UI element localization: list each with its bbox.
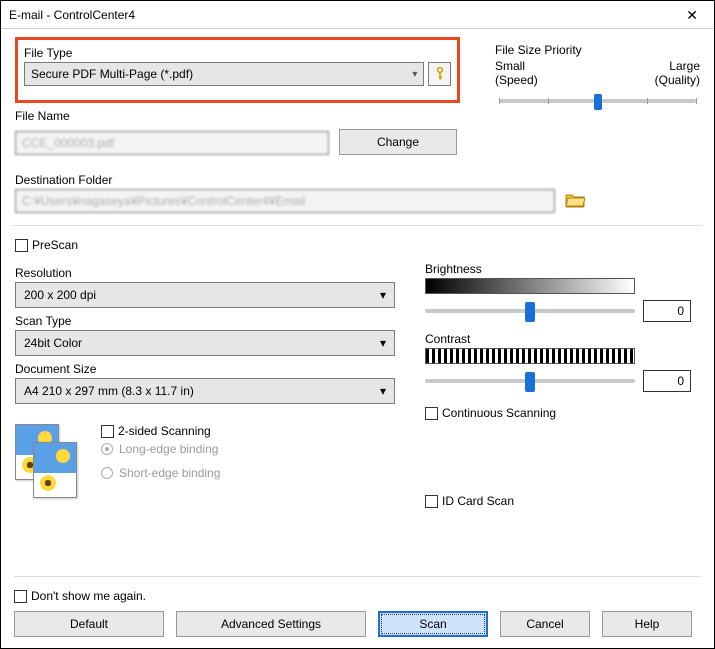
scan-button[interactable]: Scan [378, 611, 488, 637]
brightness-label: Brightness [425, 262, 700, 276]
radio-icon [101, 467, 113, 479]
id-card-scan-checkbox[interactable]: ID Card Scan [425, 494, 700, 508]
file-size-priority-group: File Size Priority Small (Speed) Large (… [495, 37, 700, 103]
chevron-down-icon: ▾ [412, 69, 417, 80]
brightness-value-input[interactable]: 0 [643, 300, 691, 322]
folder-icon [565, 192, 585, 208]
dont-show-checkbox[interactable]: Don't show me again. [14, 589, 701, 603]
file-type-value: Secure PDF Multi-Page (*.pdf) [31, 67, 193, 81]
destination-value: C:¥Users¥nagaseya¥Pictures¥ControlCenter… [22, 194, 305, 208]
dont-show-label: Don't show me again. [31, 589, 146, 603]
key-icon [435, 67, 445, 81]
brightness-gradient [425, 278, 635, 294]
checkbox-icon [425, 407, 438, 420]
document-size-label: Document Size [15, 362, 395, 376]
continuous-scanning-checkbox[interactable]: Continuous Scanning [425, 406, 700, 420]
destination-input[interactable]: C:¥Users¥nagaseya¥Pictures¥ControlCenter… [15, 189, 555, 213]
checkbox-icon [15, 239, 28, 252]
thumbnail-icon [33, 442, 77, 498]
file-name-input[interactable]: CCE_000003.pdf [15, 131, 329, 155]
resolution-value: 200 x 200 dpi [24, 288, 96, 302]
short-edge-radio: Short-edge binding [101, 466, 220, 480]
contrast-label: Contrast [425, 332, 700, 346]
advanced-settings-button[interactable]: Advanced Settings [176, 611, 366, 637]
resolution-label: Resolution [15, 266, 395, 280]
document-size-select[interactable]: A4 210 x 297 mm (8.3 x 11.7 in) ▾ [15, 378, 395, 404]
short-edge-label: Short-edge binding [119, 466, 220, 480]
long-edge-label: Long-edge binding [119, 442, 218, 456]
fsp-speed-label: (Speed) [495, 73, 538, 87]
document-size-value: A4 210 x 297 mm (8.3 x 11.7 in) [24, 384, 194, 398]
file-name-value: CCE_000003.pdf [22, 136, 114, 150]
file-size-priority-slider[interactable] [499, 99, 696, 103]
scan-type-select[interactable]: 24bit Color ▾ [15, 330, 395, 356]
fsp-large-label: Large [655, 59, 700, 73]
default-button[interactable]: Default [14, 611, 164, 637]
pdf-security-key-button[interactable] [428, 62, 451, 86]
contrast-pattern [425, 348, 635, 364]
chevron-down-icon: ▾ [380, 336, 386, 350]
id-card-scan-label: ID Card Scan [442, 494, 514, 508]
scan-type-value: 24bit Color [24, 336, 82, 350]
checkbox-icon [425, 495, 438, 508]
chevron-down-icon: ▾ [380, 384, 386, 398]
two-sided-checkbox[interactable]: 2-sided Scanning [101, 424, 220, 438]
brightness-slider[interactable] [425, 309, 635, 313]
chevron-down-icon: ▾ [380, 288, 386, 302]
two-sided-label: 2-sided Scanning [118, 424, 211, 438]
scan-type-label: Scan Type [15, 314, 395, 328]
browse-folder-button[interactable] [565, 192, 585, 211]
file-size-priority-thumb[interactable] [594, 94, 602, 110]
destination-label: Destination Folder [15, 173, 700, 187]
cancel-button[interactable]: Cancel [500, 611, 590, 637]
checkbox-icon [14, 590, 27, 603]
continuous-scanning-label: Continuous Scanning [442, 406, 556, 420]
window-titlebar: E-mail - ControlCenter4 ✕ [1, 1, 714, 29]
radio-icon [101, 443, 113, 455]
file-type-label: File Type [24, 46, 451, 60]
prescan-label: PreScan [32, 238, 78, 252]
long-edge-radio: Long-edge binding [101, 442, 220, 456]
checkbox-icon [101, 425, 114, 438]
contrast-thumb[interactable] [525, 372, 535, 392]
fsp-small-label: Small [495, 59, 538, 73]
resolution-select[interactable]: 200 x 200 dpi ▾ [15, 282, 395, 308]
prescan-checkbox[interactable]: PreScan [15, 238, 700, 252]
change-button[interactable]: Change [339, 129, 457, 155]
file-type-select[interactable]: Secure PDF Multi-Page (*.pdf) ▾ [24, 62, 424, 86]
preview-thumbnails [15, 424, 85, 504]
contrast-slider[interactable] [425, 379, 635, 383]
file-name-label: File Name [15, 109, 700, 123]
file-type-group: File Type Secure PDF Multi-Page (*.pdf) … [15, 37, 460, 103]
fsp-quality-label: (Quality) [655, 73, 700, 87]
brightness-thumb[interactable] [525, 302, 535, 322]
file-size-priority-label: File Size Priority [495, 43, 700, 57]
window-title: E-mail - ControlCenter4 [9, 8, 135, 22]
help-button[interactable]: Help [602, 611, 692, 637]
close-icon[interactable]: ✕ [678, 4, 706, 26]
contrast-value-input[interactable]: 0 [643, 370, 691, 392]
